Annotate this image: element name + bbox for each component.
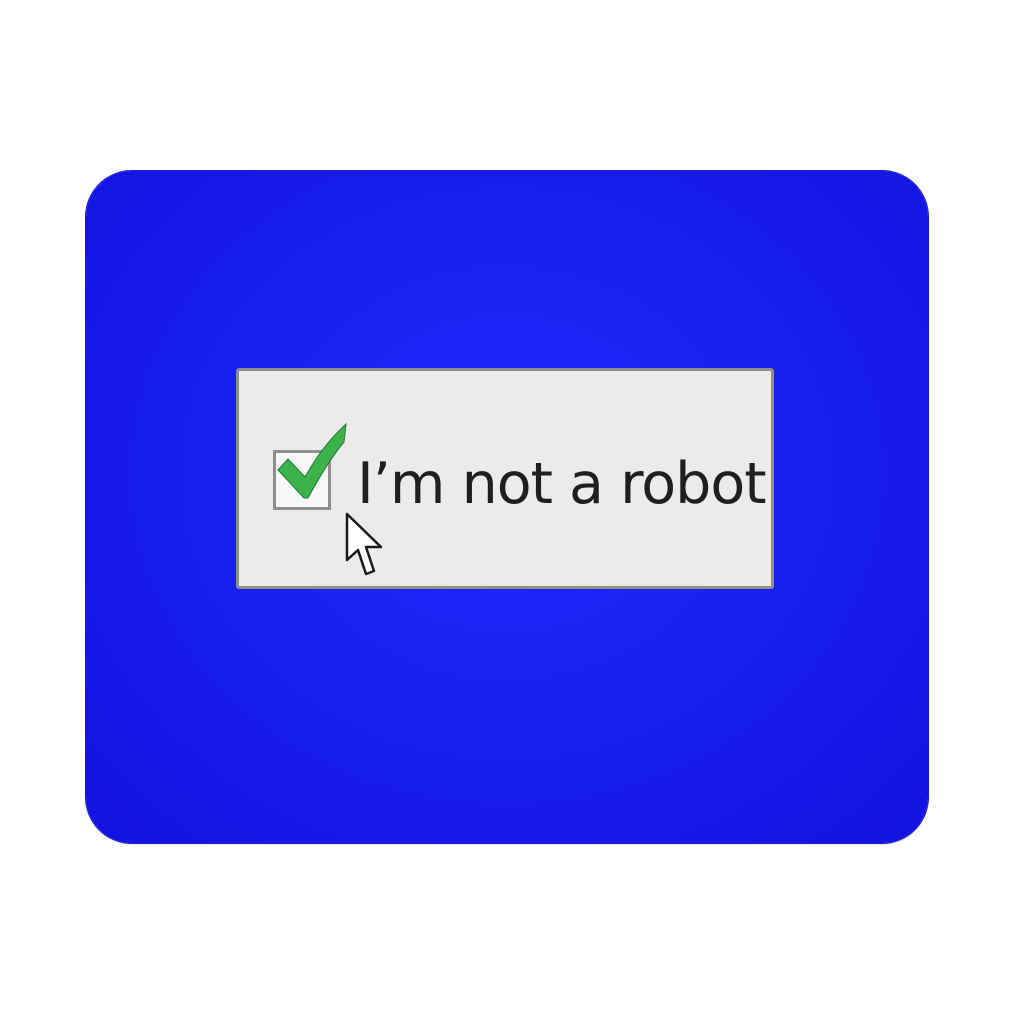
checkmark-icon (277, 422, 347, 499)
captcha-label: I’m not a robot (357, 451, 767, 517)
mouse-pointer-icon (345, 512, 383, 576)
image-canvas: I’m not a robot (0, 0, 1024, 1024)
